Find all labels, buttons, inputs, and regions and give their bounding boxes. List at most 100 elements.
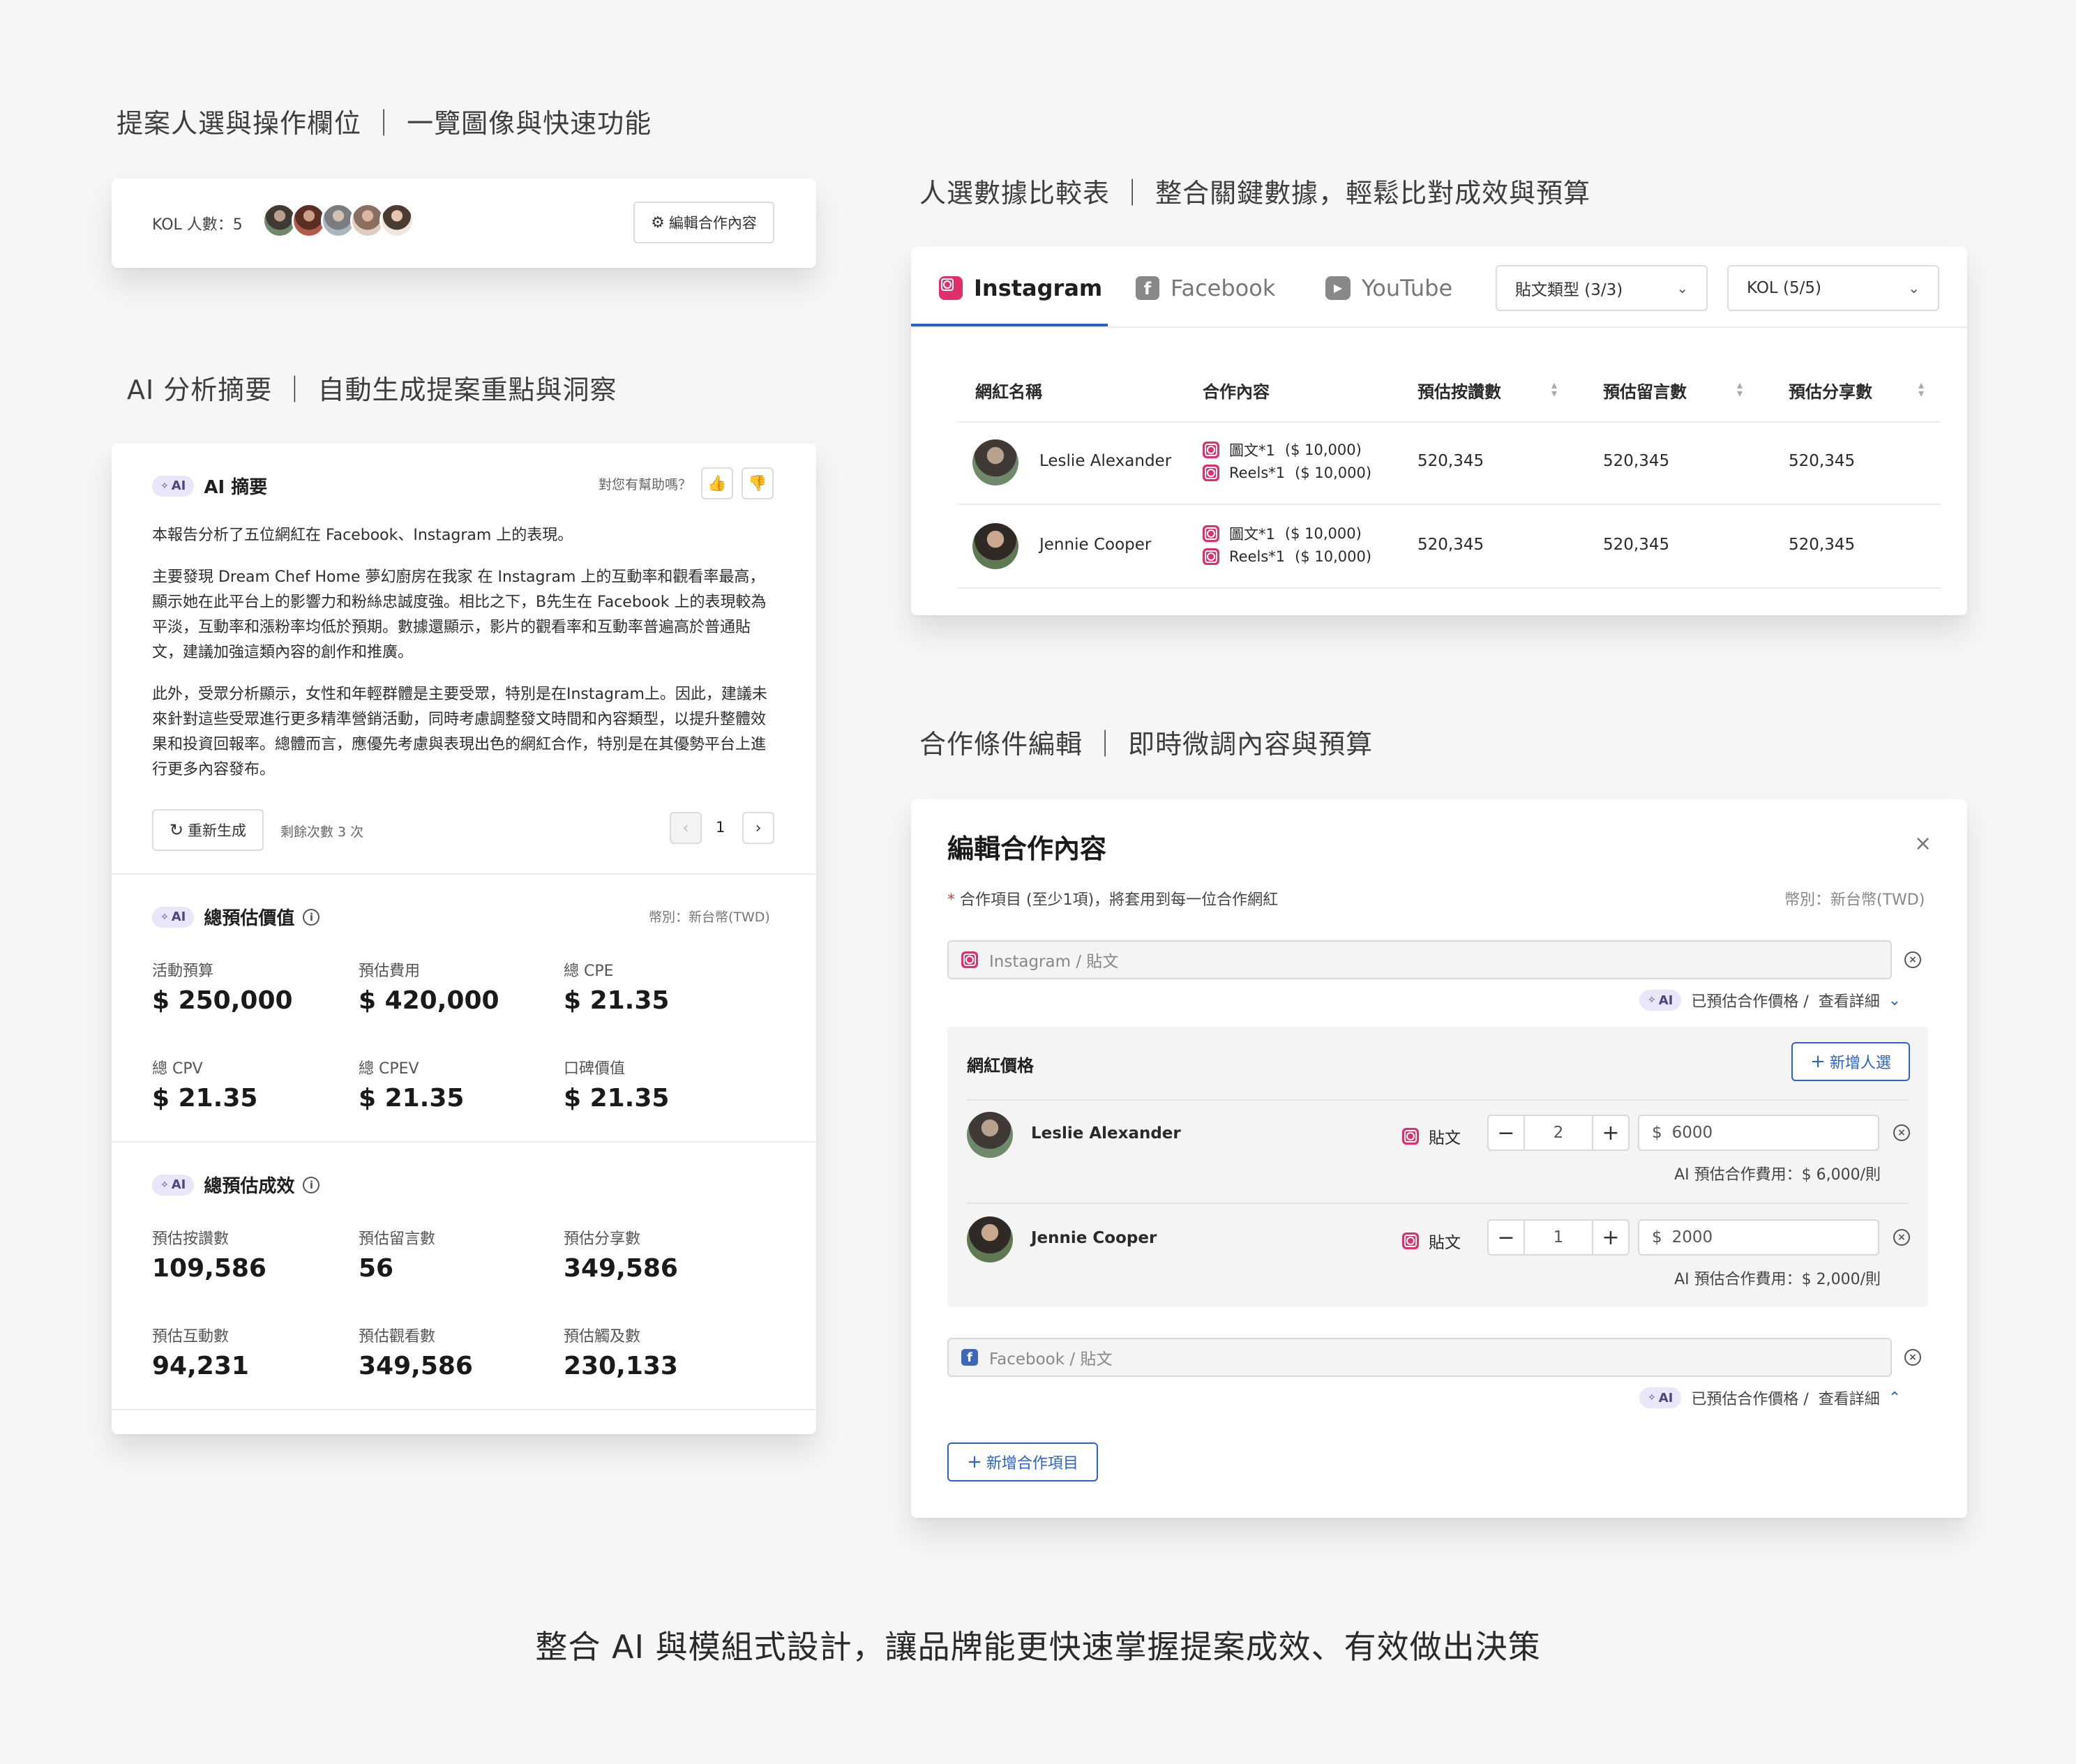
content-item: Reels*1 <box>1229 548 1286 565</box>
post-type-filter[interactable]: 貼文類型 (3/3) ⌄ <box>1496 265 1708 311</box>
content-price: ($ 10,000) <box>1295 548 1372 565</box>
kol-name[interactable]: Jennie Cooper <box>1039 536 1151 554</box>
kol-count: KOL 人數：5 <box>152 216 243 234</box>
tab-instagram[interactable]: Instagram <box>939 275 1102 301</box>
metric-label: 預估費用 <box>359 963 421 980</box>
tab-divider <box>911 326 1967 328</box>
post-type-label: 貼文 <box>1429 1129 1461 1147</box>
plus-icon: + <box>1810 1051 1826 1072</box>
quantity-value[interactable]: 2 <box>1524 1116 1593 1149</box>
summary-paragraph-1: 本報告分析了五位網紅在 Facebook、Instagram 上的表現。 <box>152 527 573 544</box>
metric-value: 349,586 <box>359 1352 473 1380</box>
remove-kol-icon[interactable]: × <box>1893 1124 1910 1141</box>
quantity-stepper[interactable]: − 2 + <box>1487 1115 1630 1151</box>
post-type-filter-label: 貼文類型 (3/3) <box>1515 281 1623 299</box>
kol-name[interactable]: Leslie Alexander <box>1039 452 1171 470</box>
sort-icon[interactable]: ▴ ▾ <box>1551 379 1557 399</box>
tab-facebook[interactable]: f Facebook <box>1136 275 1275 301</box>
add-kol-button[interactable]: + 新增人選 <box>1791 1042 1910 1081</box>
metric-value: 230,133 <box>564 1352 678 1380</box>
price-input[interactable]: $ 6000 <box>1638 1115 1879 1151</box>
ai-badge: ✧ AI <box>1639 1387 1682 1408</box>
sort-icon[interactable]: ▴ ▾ <box>1737 379 1743 399</box>
prev-page-button[interactable]: ‹ <box>670 812 702 844</box>
refresh-icon: ↻ <box>169 820 184 840</box>
sparkle-icon: ✧ <box>1648 995 1656 1006</box>
kol-name: Leslie Alexander <box>1031 1124 1181 1143</box>
heading-edit: 合作條件編輯 ｜ 即時微調內容與預算 <box>919 729 1374 760</box>
plus-button[interactable]: + <box>1593 1116 1628 1149</box>
avatar[interactable] <box>972 523 1018 569</box>
edit-cooperation-label: 編輯合作內容 <box>668 215 757 232</box>
quantity-value[interactable]: 1 <box>1524 1221 1593 1254</box>
heading-ai: AI 分析摘要 ｜ 自動生成提案重點與洞察 <box>127 375 617 405</box>
edit-title: 編輯合作內容 <box>947 834 1107 864</box>
row-divider <box>967 1203 1909 1204</box>
next-page-button[interactable]: › <box>742 812 774 844</box>
likes-cell: 520,345 <box>1417 452 1484 470</box>
sparkle-icon: ✧ <box>160 1179 169 1191</box>
ai-summary-title: AI 摘要 <box>204 477 268 498</box>
chevron-up-icon[interactable]: ⌃ <box>1888 1389 1901 1407</box>
chevron-down-icon[interactable]: ⌄ <box>1888 992 1901 1009</box>
sort-icon[interactable]: ▴ ▾ <box>1918 379 1924 399</box>
view-details-link[interactable]: 查看詳細 <box>1819 1387 1880 1409</box>
thumbs-down-icon[interactable]: 👎 <box>742 467 774 499</box>
metric-label: 活動預算 <box>152 963 214 980</box>
avatar[interactable] <box>967 1112 1013 1158</box>
instagram-icon <box>1203 525 1219 542</box>
column-header: 合作內容 <box>1203 382 1270 402</box>
shares-cell: 520,345 <box>1789 536 1856 554</box>
regenerate-button[interactable]: ↻ 重新生成 <box>152 809 264 851</box>
metric-value: $ 21.35 <box>152 1084 258 1113</box>
info-icon[interactable]: i <box>303 1176 320 1193</box>
metric-label: 預估觸及數 <box>564 1328 641 1345</box>
thumbs-up-icon[interactable]: 👍 <box>701 467 734 499</box>
price-input[interactable]: $ 2000 <box>1638 1219 1879 1256</box>
chevron-right-icon: › <box>755 819 762 837</box>
required-asterisk: * <box>947 891 955 909</box>
section-divider <box>112 873 816 875</box>
remove-item-icon[interactable]: × <box>1904 951 1921 968</box>
summary-paragraph-3: 此外，受眾分析顯示，女性和年輕群體是主要受眾，特別是在Instagram上。因此… <box>152 686 767 778</box>
tab-label: Instagram <box>974 275 1103 301</box>
metric-value: 94,231 <box>152 1352 249 1380</box>
instagram-icon <box>961 951 978 968</box>
quantity-stepper[interactable]: − 1 + <box>1487 1219 1630 1256</box>
kol-filter[interactable]: KOL (5/5) ⌄ <box>1727 265 1939 311</box>
sparkle-icon: ✧ <box>160 911 169 923</box>
required-note: * 合作項目 (至少1項)，將套用到每一位合作網紅 <box>947 887 1278 910</box>
instagram-icon <box>1402 1128 1419 1145</box>
metric-value: 349,586 <box>564 1254 678 1283</box>
view-details-link[interactable]: 查看詳細 <box>1819 989 1880 1011</box>
gear-icon: ⚙ <box>651 213 665 232</box>
avatar[interactable] <box>967 1216 1013 1262</box>
total-value-title: 總預估價值 <box>204 908 295 929</box>
metric-label: 預估按讚數 <box>152 1230 230 1248</box>
youtube-icon: ▶ <box>1325 276 1351 300</box>
info-icon[interactable]: i <box>303 908 320 926</box>
minus-button[interactable]: − <box>1489 1221 1524 1254</box>
metric-label: 總 CPV <box>152 1060 203 1078</box>
cooperation-item-input[interactable]: f Facebook / 貼文 <box>947 1338 1892 1377</box>
minus-button[interactable]: − <box>1489 1116 1524 1149</box>
instagram-icon <box>939 276 963 300</box>
comments-cell: 520,345 <box>1603 452 1670 470</box>
remove-kol-icon[interactable]: × <box>1893 1229 1910 1246</box>
instagram-icon <box>1203 548 1219 565</box>
add-cooperation-item-button[interactable]: + 新增合作項目 <box>947 1442 1098 1482</box>
edit-cooperation-button[interactable]: ⚙ 編輯合作內容 <box>633 202 774 243</box>
plus-button[interactable]: + <box>1593 1221 1628 1254</box>
cooperation-item-input[interactable]: Instagram / 貼文 <box>947 940 1892 979</box>
avatar[interactable] <box>972 439 1018 485</box>
avatar[interactable] <box>379 203 414 238</box>
tab-youtube[interactable]: ▶ YouTube <box>1325 275 1452 301</box>
cooperation-item-value: Instagram / 貼文 <box>989 953 1119 971</box>
close-icon[interactable]: × <box>1914 831 1932 856</box>
sparkle-icon: ✧ <box>160 480 169 492</box>
price-value: 6000 <box>1671 1124 1713 1142</box>
metric-label: 預估互動數 <box>152 1328 230 1345</box>
total-effect-title: 總預估成效 <box>204 1176 295 1197</box>
remove-item-icon[interactable]: × <box>1904 1349 1921 1366</box>
currency-label: 幣別：新台幣(TWD) <box>649 910 770 925</box>
